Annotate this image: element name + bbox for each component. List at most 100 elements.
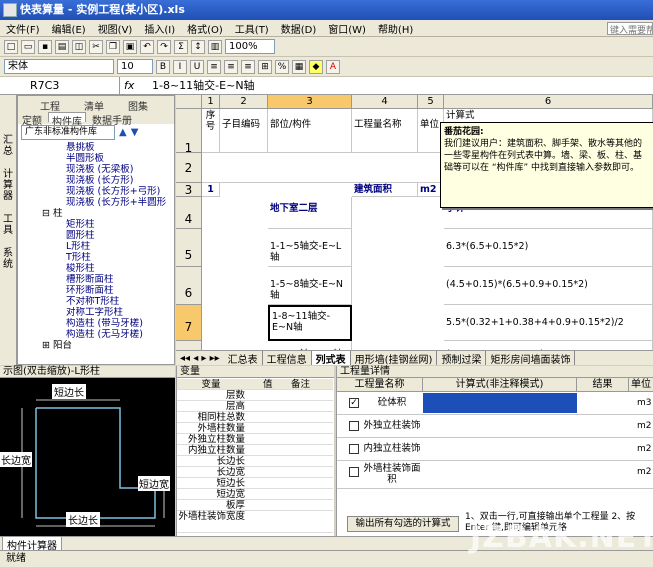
quantity-formula-selected[interactable] xyxy=(423,393,577,413)
column-header[interactable]: 5 xyxy=(418,95,444,109)
quantity-checkbox[interactable]: ✓ xyxy=(349,398,359,408)
paste-icon[interactable]: ▣ xyxy=(123,39,137,54)
header-cell-seq[interactable]: 序号 xyxy=(202,109,220,153)
header-cell-part[interactable]: 部位/构件 xyxy=(268,109,352,153)
vtab-tools[interactable]: 工具 xyxy=(0,214,16,236)
zoom-select[interactable]: 100% xyxy=(225,39,275,54)
tab-list[interactable]: 清单 xyxy=(84,98,104,113)
font-select[interactable]: 宋体 xyxy=(4,59,114,74)
new-icon[interactable]: □ xyxy=(4,39,18,54)
menu-window[interactable]: 窗口(W) xyxy=(322,21,372,36)
quantity-row[interactable]: 外墙柱装饰面积 m2 xyxy=(337,461,653,489)
variable-row[interactable]: 层数 xyxy=(177,390,333,401)
tree-item[interactable]: 对称工字形柱 xyxy=(18,307,174,318)
variable-row[interactable]: 外墙柱装饰宽度 xyxy=(177,511,333,533)
menu-format[interactable]: 格式(O) xyxy=(181,21,229,36)
tree-item[interactable]: 现浇板 (长方形+弓形) xyxy=(18,186,174,197)
tree-item[interactable]: 构造柱 (带马牙槎) xyxy=(18,318,174,329)
tab-quota[interactable]: 定额 xyxy=(22,112,42,127)
font-color-icon[interactable]: A xyxy=(326,59,340,74)
menu-edit[interactable]: 编辑(E) xyxy=(46,21,92,36)
row-header[interactable]: 2 xyxy=(176,153,202,183)
chart-icon[interactable]: ▥ xyxy=(208,39,222,54)
tree-item[interactable]: 圆形柱 xyxy=(18,230,174,241)
tab-atlas[interactable]: 图集 xyxy=(128,98,148,113)
tree-item[interactable]: 现浇板 (长方形) xyxy=(18,175,174,186)
column-header[interactable]: 4 xyxy=(352,95,418,109)
menu-tools[interactable]: 工具(T) xyxy=(229,21,275,36)
cell-part[interactable]: 地下室二层 xyxy=(268,197,352,229)
formula-input[interactable]: 1-8~11轴交-E~N轴 xyxy=(152,77,255,95)
align-left-icon[interactable]: ≡ xyxy=(207,59,221,74)
tree-item[interactable]: 不对称T形柱 xyxy=(18,296,174,307)
tree-item[interactable]: 现浇板 (无梁板) xyxy=(18,164,174,175)
open-icon[interactable]: ▭ xyxy=(21,39,35,54)
row-header[interactable]: 6 xyxy=(176,267,202,305)
bold-icon[interactable]: B xyxy=(156,59,170,74)
quantity-checkbox[interactable] xyxy=(349,444,359,454)
tree-item[interactable]: 矩形柱 xyxy=(18,219,174,230)
row-header[interactable]: 5 xyxy=(176,229,202,267)
sheet-tab-project-info[interactable]: 工程信息 xyxy=(263,351,312,365)
align-right-icon[interactable]: ≡ xyxy=(241,59,255,74)
cell-formula[interactable]: (4.5+0.15)*(6.5+0.9+0.15*2) xyxy=(444,267,653,305)
tree-item[interactable]: 悬挑板 xyxy=(18,142,174,153)
tree-folder-balcony[interactable]: ⊞ 阳台 xyxy=(18,340,174,351)
variable-row[interactable]: 板厚 xyxy=(177,500,333,511)
menu-insert[interactable]: 插入(I) xyxy=(138,21,181,36)
tab-data-manual[interactable]: 数据手册 xyxy=(92,112,132,127)
header-cell-qty-name[interactable]: 工程量名称 xyxy=(352,109,418,153)
cell-seq[interactable]: 1 xyxy=(202,183,220,197)
quantity-checkbox[interactable] xyxy=(349,421,359,431)
quantity-row[interactable]: 外独立柱装饰 m2 xyxy=(337,415,653,438)
tree-item[interactable]: 构造柱 (无马牙槎) xyxy=(18,329,174,340)
row-header[interactable]: 3 xyxy=(176,183,202,197)
sheet-nav-icon[interactable]: ◂◂ ◂ ▸ ▸▸ xyxy=(176,353,224,364)
expand-icon[interactable]: ⊞ xyxy=(42,340,53,351)
arrow-down-icon[interactable]: ▼ xyxy=(131,127,139,138)
menu-view[interactable]: 视图(V) xyxy=(92,21,139,36)
cell-part[interactable]: 1-1~5轴交-E~L轴 xyxy=(268,229,352,267)
cell-formula[interactable]: 5.5*(0.32+1+0.38+4+0.9+0.15*2)/2 xyxy=(444,305,653,341)
percent-icon[interactable]: % xyxy=(275,59,289,74)
column-header[interactable]: 1 xyxy=(202,95,220,109)
arrow-up-icon[interactable]: ▲ xyxy=(119,127,127,138)
header-cell-code[interactable]: 子目编码 xyxy=(220,109,268,153)
row-header[interactable]: 8 xyxy=(176,341,202,350)
tree-item[interactable]: 槽形断面柱 xyxy=(18,274,174,285)
column-header[interactable]: 6 xyxy=(444,95,653,109)
tree-item[interactable]: 环形断面柱 xyxy=(18,285,174,296)
save-icon[interactable]: ▪ xyxy=(38,39,52,54)
cell-part-selected[interactable]: 1-8~11轴交-E~N轴 xyxy=(268,305,352,341)
tree-item[interactable]: L形柱 xyxy=(18,241,174,252)
merge-icon[interactable]: ⊞ xyxy=(258,59,272,74)
quantity-row[interactable]: ✓ 砼体积 m3 xyxy=(337,392,653,415)
row-header[interactable]: 4 xyxy=(176,197,202,229)
variable-row[interactable]: 短边宽 xyxy=(177,489,333,500)
column-header[interactable]: 2 xyxy=(220,95,268,109)
corner-header[interactable] xyxy=(176,95,202,109)
row-header[interactable]: 1 xyxy=(176,109,202,155)
tree-item[interactable]: 梭形柱 xyxy=(18,263,174,274)
redo-icon[interactable]: ↷ xyxy=(157,39,171,54)
column-header[interactable]: 3 xyxy=(268,95,352,109)
sum-icon[interactable]: Σ xyxy=(174,39,188,54)
library-select[interactable]: 广东非标准构件库 xyxy=(21,124,115,140)
tree-item[interactable]: 半圆形板 xyxy=(18,153,174,164)
cell-formula[interactable]: (3.7+4.5+1.8+0.15)*4-1.08*1.08/2 xyxy=(444,341,653,350)
sheet-tab-wall[interactable]: 用形墙(挂钢丝网) xyxy=(351,351,438,365)
output-checked-button[interactable]: 输出所有勾选的计算式 xyxy=(347,516,459,532)
preview-icon[interactable]: ◫ xyxy=(72,39,86,54)
variable-row[interactable]: 层高 xyxy=(177,401,333,412)
variable-row[interactable]: 内独立柱数量 xyxy=(177,445,333,456)
help-search-input[interactable]: 键入需要帮 xyxy=(607,21,653,35)
tree-folder-column[interactable]: ⊟ 柱 xyxy=(18,208,174,219)
italic-icon[interactable]: I xyxy=(173,59,187,74)
menu-data[interactable]: 数据(D) xyxy=(275,21,323,36)
tree-item[interactable]: 现浇板 (长方形+半圆形 xyxy=(18,197,174,208)
quantity-checkbox[interactable] xyxy=(349,467,359,477)
fx-icon[interactable]: fx xyxy=(124,77,144,95)
sheet-tab-lintel[interactable]: 预制过梁 xyxy=(437,351,487,365)
cut-icon[interactable]: ✂ xyxy=(89,39,103,54)
vtab-calculator[interactable]: 计算器 xyxy=(0,169,16,202)
